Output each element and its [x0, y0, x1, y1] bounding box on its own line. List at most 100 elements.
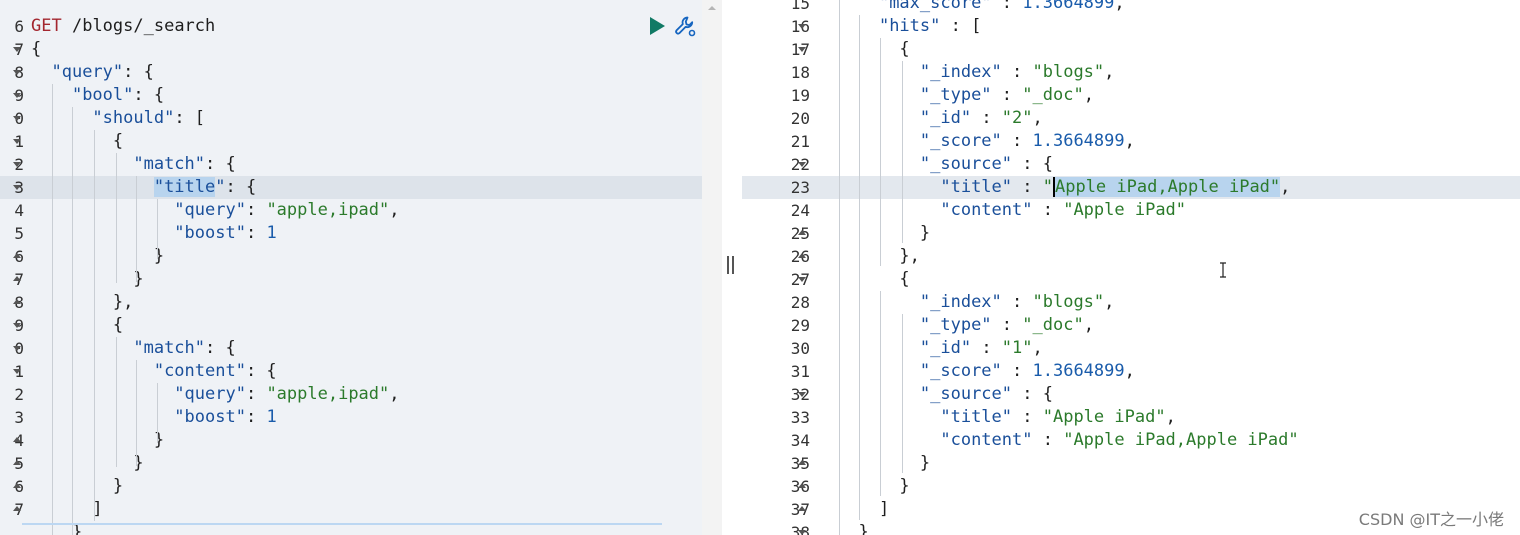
fold-arrow-up-icon[interactable] — [13, 437, 21, 442]
code-text[interactable]: "content": { — [31, 360, 277, 383]
code-text[interactable]: "query": "apple,ipad", — [31, 383, 399, 406]
fold-arrow-down-icon[interactable] — [798, 47, 806, 52]
code-text[interactable]: "_score" : 1.3664899, — [838, 360, 1135, 383]
code-text[interactable]: "title" : " Apple iPad,Apple iPad", — [838, 176, 1290, 199]
code-line[interactable]: 3 "title": { — [0, 176, 702, 199]
code-line[interactable]: 9 { — [0, 314, 702, 337]
code-text[interactable]: "title" : "Apple iPad", — [838, 406, 1175, 429]
code-line[interactable]: 2 "query": "apple,ipad", — [0, 383, 702, 406]
code-text[interactable]: "_source" : { — [838, 383, 1053, 406]
fold-arrow-up-icon[interactable] — [13, 276, 21, 281]
play-icon[interactable] — [648, 16, 666, 36]
code-line[interactable]: 1 { — [0, 130, 702, 153]
code-text[interactable]: "query": { — [31, 61, 153, 84]
fold-arrow-down-icon[interactable] — [798, 162, 806, 167]
code-text[interactable]: "boost": 1 — [31, 222, 276, 245]
fold-arrow-up-icon[interactable] — [798, 230, 806, 235]
code-text[interactable]: { — [31, 38, 41, 61]
code-text[interactable]: ] — [31, 498, 102, 521]
fold-arrow-up-icon[interactable] — [798, 506, 806, 511]
fold-arrow-down-icon[interactable] — [13, 346, 21, 351]
code-text[interactable]: "_id" : "2", — [838, 107, 1043, 130]
code-text[interactable]: { — [31, 130, 123, 153]
code-line[interactable]: 4 } — [0, 429, 702, 452]
fold-arrow-up-icon[interactable] — [13, 299, 21, 304]
code-text[interactable]: "content" : "Apple iPad" — [838, 199, 1186, 222]
code-text[interactable]: } — [838, 222, 930, 245]
code-text[interactable]: { — [31, 314, 123, 337]
code-text[interactable]: { — [838, 38, 909, 61]
response-viewer[interactable]: 15 "max_score" : 1.3664899, 16 "hits" : [… — [742, 0, 1520, 535]
fold-arrow-down-icon[interactable] — [798, 530, 806, 535]
code-line[interactable]: 4 "query": "apple,ipad", — [0, 199, 702, 222]
code-line[interactable]: 15 "max_score" : 1.3664899, — [742, 0, 1520, 15]
fold-arrow-down-icon[interactable] — [13, 185, 21, 190]
code-text[interactable]: GET /blogs/_search — [31, 15, 215, 38]
pane-resizer[interactable] — [722, 0, 742, 535]
code-text[interactable]: "max_score" : 1.3664899, — [838, 0, 1125, 15]
code-text[interactable]: "_type" : "_doc", — [838, 84, 1094, 107]
code-text[interactable]: "bool": { — [31, 84, 164, 107]
code-text[interactable]: "_id" : "1", — [838, 337, 1043, 360]
code-text[interactable]: ] — [838, 498, 889, 521]
fold-arrow-down-icon[interactable] — [13, 369, 21, 374]
code-text[interactable]: } — [31, 475, 123, 498]
fold-arrow-up-icon[interactable] — [13, 506, 21, 511]
code-line[interactable]: 7{ — [0, 38, 702, 61]
code-text[interactable]: "boost": 1 — [31, 406, 276, 429]
code-text[interactable]: "match": { — [31, 337, 235, 360]
fold-arrow-down-icon[interactable] — [13, 47, 21, 52]
code-line[interactable]: 5 } — [0, 452, 702, 475]
code-text[interactable]: } — [838, 452, 930, 475]
fold-arrow-up-icon[interactable] — [798, 460, 806, 465]
code-line[interactable]: 3 "boost": 1 — [0, 406, 702, 429]
code-line[interactable]: 7 ] — [0, 498, 702, 521]
code-line[interactable]: 5 "boost": 1 — [0, 222, 702, 245]
resize-grip-icon[interactable] — [727, 256, 735, 274]
fold-arrow-up-icon[interactable] — [798, 253, 806, 258]
code-text[interactable]: } — [31, 245, 164, 268]
code-text[interactable]: } — [31, 452, 143, 475]
code-line[interactable]: 6 } — [0, 245, 702, 268]
code-text[interactable]: }, — [31, 291, 133, 314]
code-text[interactable]: "should": [ — [31, 107, 205, 130]
code-text[interactable]: "_source" : { — [838, 153, 1053, 176]
request-editor[interactable]: 6 GET /blogs/_search 7{8 "query": {9 "bool… — [0, 0, 702, 535]
code-text[interactable]: { — [838, 268, 909, 291]
code-text[interactable]: "title": { — [31, 176, 256, 199]
fold-arrow-down-icon[interactable] — [13, 93, 21, 98]
fold-arrow-up-icon[interactable] — [798, 483, 806, 488]
code-text[interactable]: }, — [838, 245, 919, 268]
code-text[interactable]: "query": "apple,ipad", — [31, 199, 399, 222]
fold-arrow-up-icon[interactable] — [13, 253, 21, 258]
code-line[interactable]: 6 } — [0, 475, 702, 498]
code-text[interactable]: } — [31, 268, 143, 291]
scroll-up-arrow-icon[interactable] — [708, 6, 716, 10]
code-line[interactable]: 8 }, — [0, 291, 702, 314]
code-line[interactable]: 8 "query": { — [0, 61, 702, 84]
fold-arrow-down-icon[interactable] — [13, 162, 21, 167]
fold-arrow-down-icon[interactable] — [798, 24, 806, 29]
wrench-icon[interactable] — [673, 14, 697, 38]
fold-arrow-down-icon[interactable] — [798, 392, 806, 397]
fold-arrow-down-icon[interactable] — [798, 277, 806, 282]
left-scrollbar[interactable] — [702, 0, 722, 535]
fold-arrow-up-icon[interactable] — [13, 483, 21, 488]
code-line[interactable]: 0 "match": { — [0, 337, 702, 360]
code-line[interactable]: 1 "content": { — [0, 360, 702, 383]
code-line[interactable]: 6 GET /blogs/_search — [0, 15, 702, 38]
code-text[interactable]: "_score" : 1.3664899, — [838, 130, 1135, 153]
fold-arrow-down-icon[interactable] — [13, 116, 21, 121]
code-line[interactable]: 0 "should": [ — [0, 107, 702, 130]
fold-arrow-down-icon[interactable] — [13, 139, 21, 144]
code-text[interactable]: } — [838, 475, 909, 498]
fold-arrow-down-icon[interactable] — [13, 70, 21, 75]
code-text[interactable]: } — [838, 521, 868, 535]
code-text[interactable]: } — [31, 429, 164, 452]
code-line[interactable]: 2 "match": { — [0, 153, 702, 176]
code-line[interactable]: 7 } — [0, 268, 702, 291]
fold-arrow-down-icon[interactable] — [13, 323, 21, 328]
code-text[interactable]: "_type" : "_doc", — [838, 314, 1094, 337]
fold-arrow-up-icon[interactable] — [13, 460, 21, 465]
code-line[interactable]: 9 "bool": { — [0, 84, 702, 107]
